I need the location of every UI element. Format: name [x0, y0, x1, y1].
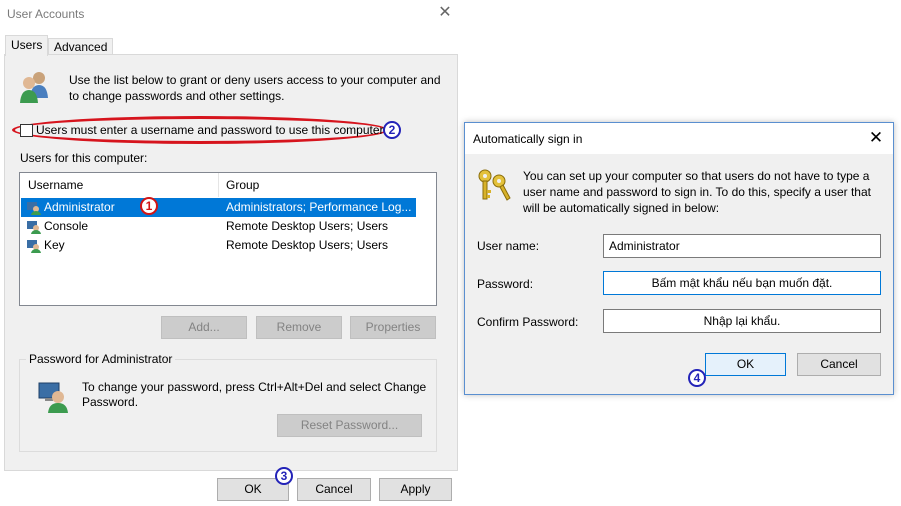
- user-group: Remote Desktop Users; Users: [226, 219, 389, 233]
- step-badge-3: 3: [275, 467, 293, 485]
- intro-text: Use the list below to grant or deny user…: [69, 73, 441, 103]
- password-field[interactable]: Bấm mật khẩu nếu bạn muốn đặt.: [603, 271, 881, 295]
- must-login-checkbox[interactable]: [20, 124, 33, 137]
- username-label: User name:: [477, 239, 540, 253]
- step-badge-4: 4: [688, 369, 706, 387]
- reset-password-button[interactable]: Reset Password...: [277, 414, 422, 437]
- column-header-group[interactable]: Group: [220, 173, 414, 197]
- user-name: Key: [44, 238, 65, 252]
- user-icon: [27, 240, 41, 253]
- must-login-label[interactable]: Users must enter a username and password…: [36, 123, 386, 137]
- step-badge-1: 1: [140, 197, 158, 215]
- user-row-administrator[interactable]: Administrator Administrators; Performanc…: [21, 198, 416, 217]
- confirm-password-label: Confirm Password:: [477, 315, 579, 329]
- user-row-key[interactable]: Key Remote Desktop Users; Users: [21, 236, 416, 255]
- users-group-icon: [20, 72, 48, 103]
- apply-button[interactable]: Apply: [379, 478, 452, 501]
- column-header-username[interactable]: Username: [21, 173, 219, 197]
- ok-button[interactable]: OK: [705, 353, 786, 376]
- cancel-button[interactable]: Cancel: [797, 353, 881, 376]
- user-icon: [27, 202, 41, 215]
- add-user-button[interactable]: Add...: [161, 316, 247, 339]
- properties-button[interactable]: Properties: [350, 316, 436, 339]
- user-group: Administrators; Performance Log...: [226, 200, 412, 214]
- tab-users[interactable]: Users: [5, 35, 49, 56]
- password-instructions: To change your password, press Ctrl+Alt+…: [82, 380, 427, 409]
- user-name: Administrator: [44, 200, 115, 214]
- cancel-button[interactable]: Cancel: [297, 478, 371, 501]
- admin-user-icon: [38, 382, 68, 413]
- users-list-label: Users for this computer:: [20, 151, 148, 165]
- close-icon[interactable]: ✕: [435, 3, 455, 23]
- password-group-title: Password for Administrator: [26, 352, 176, 366]
- window-title: User Accounts: [7, 7, 85, 21]
- user-group: Remote Desktop Users; Users: [226, 238, 389, 252]
- step-badge-2: 2: [383, 121, 401, 139]
- confirm-password-field[interactable]: Nhập lại khẩu.: [603, 309, 881, 333]
- remove-user-button[interactable]: Remove: [256, 316, 342, 339]
- user-icon: [27, 221, 41, 234]
- keys-icon: [478, 169, 511, 201]
- auto-sign-in-instructions: You can set up your computer so that use…: [523, 169, 871, 215]
- close-icon[interactable]: ✕: [866, 128, 886, 148]
- user-name: Console: [44, 219, 89, 233]
- password-label: Password:: [477, 277, 534, 291]
- dialog-title: Automatically sign in: [473, 132, 583, 146]
- user-row-console[interactable]: Console Remote Desktop Users; Users: [21, 217, 416, 236]
- username-field[interactable]: Administrator: [603, 234, 881, 258]
